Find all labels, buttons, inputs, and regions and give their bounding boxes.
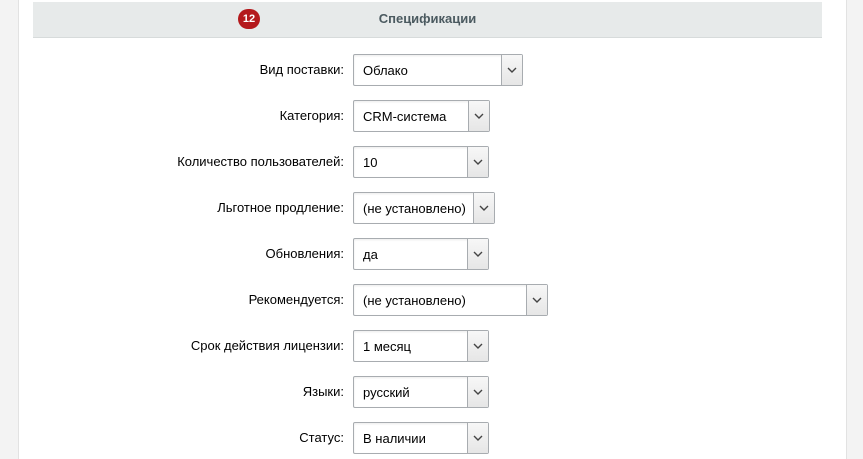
select-value: Облако <box>363 63 408 78</box>
select-value: CRM-система <box>363 109 447 124</box>
chevron-down-icon[interactable] <box>467 423 488 453</box>
languages-select[interactable]: русский <box>353 376 489 408</box>
grace-renewal-select[interactable]: (не установлено) <box>353 192 495 224</box>
chevron-down-icon[interactable] <box>501 55 522 85</box>
field-row-recommended: Рекомендуется: (не установлено) <box>0 284 863 318</box>
field-row-category: Категория: CRM-система <box>0 100 863 134</box>
select-value: русский <box>363 385 410 400</box>
field-label: Статус: <box>299 430 344 445</box>
chevron-down-icon[interactable] <box>473 193 494 223</box>
select-value: да <box>363 247 378 262</box>
field-row-status: Статус: В наличии <box>0 422 863 456</box>
select-value: 1 месяц <box>363 339 411 354</box>
field-row-delivery: Вид поставки: Облако <box>0 54 863 88</box>
select-value: 10 <box>363 155 378 170</box>
users-count-select[interactable]: 10 <box>353 146 489 178</box>
field-label: Количество пользователей: <box>177 154 344 169</box>
select-value: В наличии <box>363 431 426 446</box>
field-label: Обновления: <box>265 246 344 261</box>
field-label: Рекомендуется: <box>248 292 344 307</box>
chevron-down-icon[interactable] <box>467 331 488 361</box>
field-label: Категория: <box>279 108 344 123</box>
field-row-users: Количество пользователей: 10 <box>0 146 863 180</box>
section-header: 12 Спецификации <box>33 2 822 38</box>
field-row-languages: Языки: русский <box>0 376 863 410</box>
field-label: Льготное продление: <box>217 200 344 215</box>
chevron-down-icon[interactable] <box>526 285 547 315</box>
status-select[interactable]: В наличии <box>353 422 489 454</box>
field-row-grace-renewal: Льготное продление: (не установлено) <box>0 192 863 226</box>
category-select[interactable]: CRM-система <box>353 100 490 132</box>
chevron-down-icon[interactable] <box>468 101 489 131</box>
chevron-down-icon[interactable] <box>467 377 488 407</box>
recommended-select[interactable]: (не установлено) <box>353 284 548 316</box>
field-label: Вид поставки: <box>259 62 344 77</box>
delivery-type-select[interactable]: Облако <box>353 54 523 86</box>
field-row-updates: Обновления: да <box>0 238 863 272</box>
section-title: Спецификации <box>378 11 477 26</box>
field-label: Срок действия лицензии: <box>190 338 344 353</box>
chevron-down-icon[interactable] <box>467 239 488 269</box>
chevron-down-icon[interactable] <box>467 147 488 177</box>
field-label: Языки: <box>302 384 344 399</box>
field-row-license-term: Срок действия лицензии: 1 месяц <box>0 330 863 364</box>
select-value: (не установлено) <box>363 293 466 308</box>
updates-select[interactable]: да <box>353 238 489 270</box>
license-term-select[interactable]: 1 месяц <box>353 330 489 362</box>
select-value: (не установлено) <box>363 201 466 216</box>
